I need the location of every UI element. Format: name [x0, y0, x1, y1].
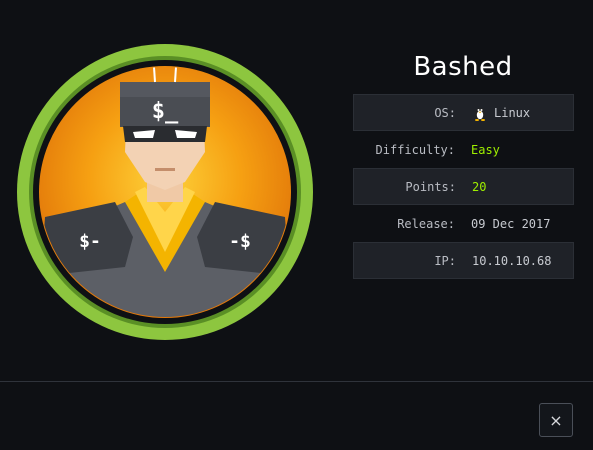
release-label: Release:: [397, 216, 455, 231]
ip-value[interactable]: 10.10.10.68: [472, 254, 551, 268]
machine-avatar: $_ $- -$: [15, 42, 315, 342]
os-value: Linux: [494, 105, 531, 120]
release-value: 09 Dec 2017: [471, 216, 551, 231]
ip-label: IP:: [434, 253, 456, 268]
info-row-ip: IP: 10.10.10.68: [353, 242, 574, 279]
machine-name: Bashed: [413, 52, 513, 82]
machine-info-table: OS: Linux Difficulty: Easy Points: 20 Re…: [353, 94, 574, 279]
info-row-points: Points: 20: [353, 168, 574, 205]
footer-divider: [0, 381, 593, 382]
info-row-release: Release: 09 Dec 2017: [353, 205, 574, 242]
info-row-difficulty: Difficulty: Easy: [353, 131, 574, 168]
difficulty-value: Easy: [471, 142, 500, 157]
svg-text:$_: $_: [152, 99, 179, 124]
top-strip: [0, 0, 593, 10]
difficulty-label: Difficulty:: [375, 142, 455, 157]
os-label: OS:: [434, 105, 456, 120]
points-value: 20: [472, 179, 487, 194]
points-label: Points:: [405, 179, 456, 194]
close-button[interactable]: ×: [539, 403, 573, 437]
svg-text:$-: $-: [79, 231, 101, 252]
svg-text:-$: -$: [229, 231, 251, 252]
os-value-wrap: Linux: [472, 105, 530, 121]
shell-superhero-avatar-icon: $_ $- -$: [17, 44, 313, 340]
info-row-os: OS: Linux: [353, 94, 574, 131]
linux-tux-icon: [475, 107, 485, 121]
close-icon: ×: [549, 410, 563, 430]
